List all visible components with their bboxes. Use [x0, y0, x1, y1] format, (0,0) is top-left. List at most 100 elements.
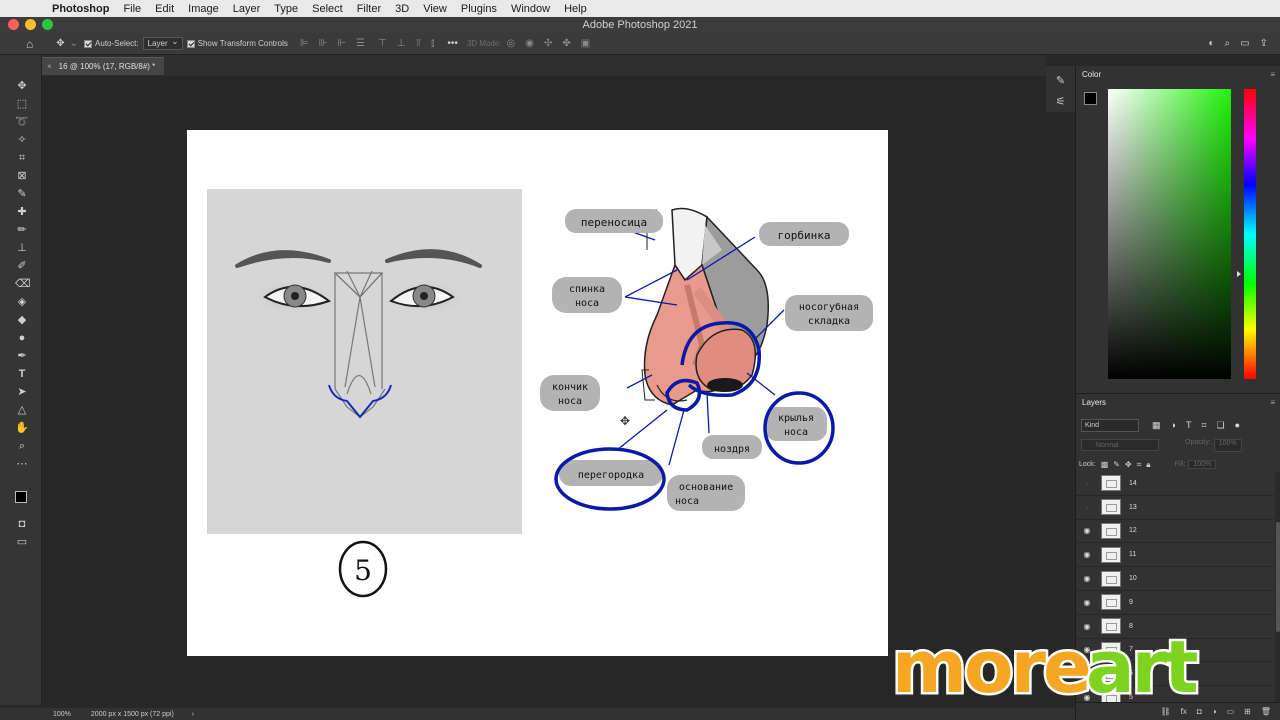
adjustments-icon[interactable]: ⚟: [1046, 95, 1075, 108]
brush-tool-icon[interactable]: ✏: [15, 223, 29, 237]
align-right-icon[interactable]: ⊩: [337, 38, 346, 49]
menu-image[interactable]: Image: [188, 3, 219, 15]
layers-panel-header[interactable]: Layers ≡: [1076, 393, 1280, 411]
quick-mask-icon[interactable]: ◘: [15, 517, 29, 531]
stamp-tool-icon[interactable]: ⊥: [15, 241, 29, 255]
close-icon[interactable]: ×: [47, 62, 52, 71]
lock-position-icon[interactable]: ✥: [1125, 460, 1132, 469]
zoom-tool-icon[interactable]: ⌕: [15, 439, 29, 453]
align-left-icon[interactable]: ⊫: [300, 38, 309, 49]
filter-pixel-icon[interactable]: ▦: [1152, 420, 1161, 431]
lasso-tool-icon[interactable]: ➰: [15, 115, 29, 129]
layer-row[interactable]: ▫ 14: [1076, 472, 1274, 496]
hue-slider-handle[interactable]: [1237, 271, 1241, 277]
align-top-icon[interactable]: ⊤: [378, 38, 387, 49]
fill-value[interactable]: 100%: [1188, 460, 1217, 469]
share-icon[interactable]: ⇪: [1260, 38, 1268, 49]
menu-window[interactable]: Window: [511, 3, 550, 15]
menu-filter[interactable]: Filter: [357, 3, 381, 15]
align-bottom-icon[interactable]: ⫪: [415, 38, 421, 49]
brush-settings-icon[interactable]: ✎: [1046, 74, 1075, 87]
menu-plugins[interactable]: Plugins: [461, 3, 497, 15]
scroll-thumb[interactable]: [1276, 522, 1280, 632]
visibility-off-icon[interactable]: ▫: [1076, 479, 1098, 488]
filter-adjustment-icon[interactable]: ◑: [1171, 420, 1176, 430]
zoom-window-button[interactable]: [42, 19, 53, 30]
eye-icon[interactable]: ◉: [1076, 550, 1098, 559]
menu-help[interactable]: Help: [564, 3, 587, 15]
menu-layer[interactable]: Layer: [233, 3, 261, 15]
lock-all-icon[interactable]: 🔒︎: [1146, 460, 1150, 470]
color-picker-field[interactable]: [1108, 89, 1231, 379]
filter-type-icon[interactable]: T: [1186, 420, 1192, 430]
layer-row[interactable]: ▫ 13: [1076, 496, 1274, 520]
document-canvas[interactable]: 5 переносица горбинка спинка носа носогу…: [187, 130, 888, 656]
menu-app[interactable]: Photoshop: [52, 3, 109, 15]
move-tool-icon[interactable]: ✥: [56, 38, 64, 49]
home-icon[interactable]: ⌂: [26, 37, 33, 51]
layers-scrollbar[interactable]: [1275, 472, 1280, 714]
distribute-icon[interactable]: ☰: [356, 38, 365, 49]
move-tool-icon[interactable]: ✥: [15, 79, 29, 93]
distribute-vertical-icon[interactable]: ⫾: [431, 38, 434, 49]
foreground-swatch[interactable]: [1084, 92, 1097, 105]
crop-tool-icon[interactable]: ⌗: [15, 151, 29, 165]
opacity-value[interactable]: 100%: [1213, 439, 1242, 452]
delete-layer-icon[interactable]: 🗑︎: [1261, 707, 1271, 716]
more-options-icon[interactable]: •••: [447, 38, 458, 49]
more-tools-icon[interactable]: ⋯: [15, 457, 29, 471]
blur-tool-icon[interactable]: ◆: [15, 313, 29, 327]
lock-image-icon[interactable]: ✎: [1113, 460, 1120, 469]
menu-view[interactable]: View: [423, 3, 447, 15]
lock-transparent-icon[interactable]: ▩: [1101, 460, 1109, 469]
auto-select-checkbox[interactable]: Auto-Select:: [84, 33, 139, 54]
menu-type[interactable]: Type: [274, 3, 298, 15]
foreground-color-swatch[interactable]: [15, 491, 27, 503]
eyedropper-tool-icon[interactable]: ✎: [15, 187, 29, 201]
chevron-down-icon[interactable]: ⌄: [70, 38, 78, 49]
eye-icon[interactable]: ◉: [1076, 526, 1098, 535]
status-menu-icon[interactable]: ›: [192, 711, 194, 718]
eye-icon[interactable]: ◉: [1076, 574, 1098, 583]
menu-select[interactable]: Select: [312, 3, 343, 15]
scale-3d-icon[interactable]: ▣: [581, 38, 590, 49]
screen-mode-icon[interactable]: ▭: [15, 535, 29, 549]
cloud-icon[interactable]: ◐: [1209, 38, 1215, 49]
pan-3d-icon[interactable]: ✣: [544, 38, 552, 49]
color-panel-header[interactable]: Color ≡: [1076, 66, 1280, 84]
hue-slider[interactable]: [1244, 89, 1256, 379]
layer-row[interactable]: ◉ 12: [1076, 520, 1274, 544]
close-window-button[interactable]: [8, 19, 19, 30]
panel-menu-icon[interactable]: ≡: [1270, 66, 1275, 84]
roll-3d-icon[interactable]: ◉: [525, 38, 534, 49]
pen-tool-icon[interactable]: ✒: [15, 349, 29, 363]
layer-row[interactable]: ◉ 10: [1076, 567, 1274, 591]
eraser-tool-icon[interactable]: ⌫: [15, 277, 31, 291]
align-middle-icon[interactable]: ⊥: [397, 38, 406, 49]
eye-icon[interactable]: ◉: [1076, 598, 1098, 607]
marquee-tool-icon[interactable]: ⬚: [15, 97, 29, 111]
blend-mode-dropdown[interactable]: Normal: [1081, 439, 1159, 451]
slide-3d-icon[interactable]: ✤: [562, 38, 570, 49]
layer-row[interactable]: ◉ 9: [1076, 591, 1274, 615]
visibility-off-icon[interactable]: ▫: [1076, 503, 1098, 512]
minimize-window-button[interactable]: [25, 19, 36, 30]
filter-toggle-icon[interactable]: ●: [1235, 420, 1240, 430]
path-selection-tool-icon[interactable]: ➤: [15, 385, 29, 399]
history-brush-tool-icon[interactable]: ✐: [15, 259, 29, 273]
layer-row[interactable]: ◉ 11: [1076, 543, 1274, 568]
document-tab[interactable]: × 16 @ 100% (17, RGB/8#) *: [42, 57, 164, 75]
align-center-icon[interactable]: ⊪: [319, 38, 328, 49]
transform-controls-checkbox[interactable]: Show Transform Controls: [186, 33, 288, 54]
orbit-3d-icon[interactable]: ◎: [507, 38, 516, 49]
menu-edit[interactable]: Edit: [155, 3, 174, 15]
frame-tool-icon[interactable]: ⊠: [15, 169, 29, 183]
search-icon[interactable]: ⌕: [1225, 38, 1231, 49]
hand-tool-icon[interactable]: ✋: [15, 421, 29, 435]
magic-wand-tool-icon[interactable]: ✧: [15, 133, 29, 147]
paint-bucket-tool-icon[interactable]: ◈: [15, 295, 29, 309]
filter-shape-icon[interactable]: ⌗: [1201, 420, 1206, 431]
type-tool-icon[interactable]: T: [15, 367, 29, 381]
filter-smart-icon[interactable]: ❏: [1217, 420, 1225, 431]
shape-tool-icon[interactable]: △: [15, 403, 29, 417]
